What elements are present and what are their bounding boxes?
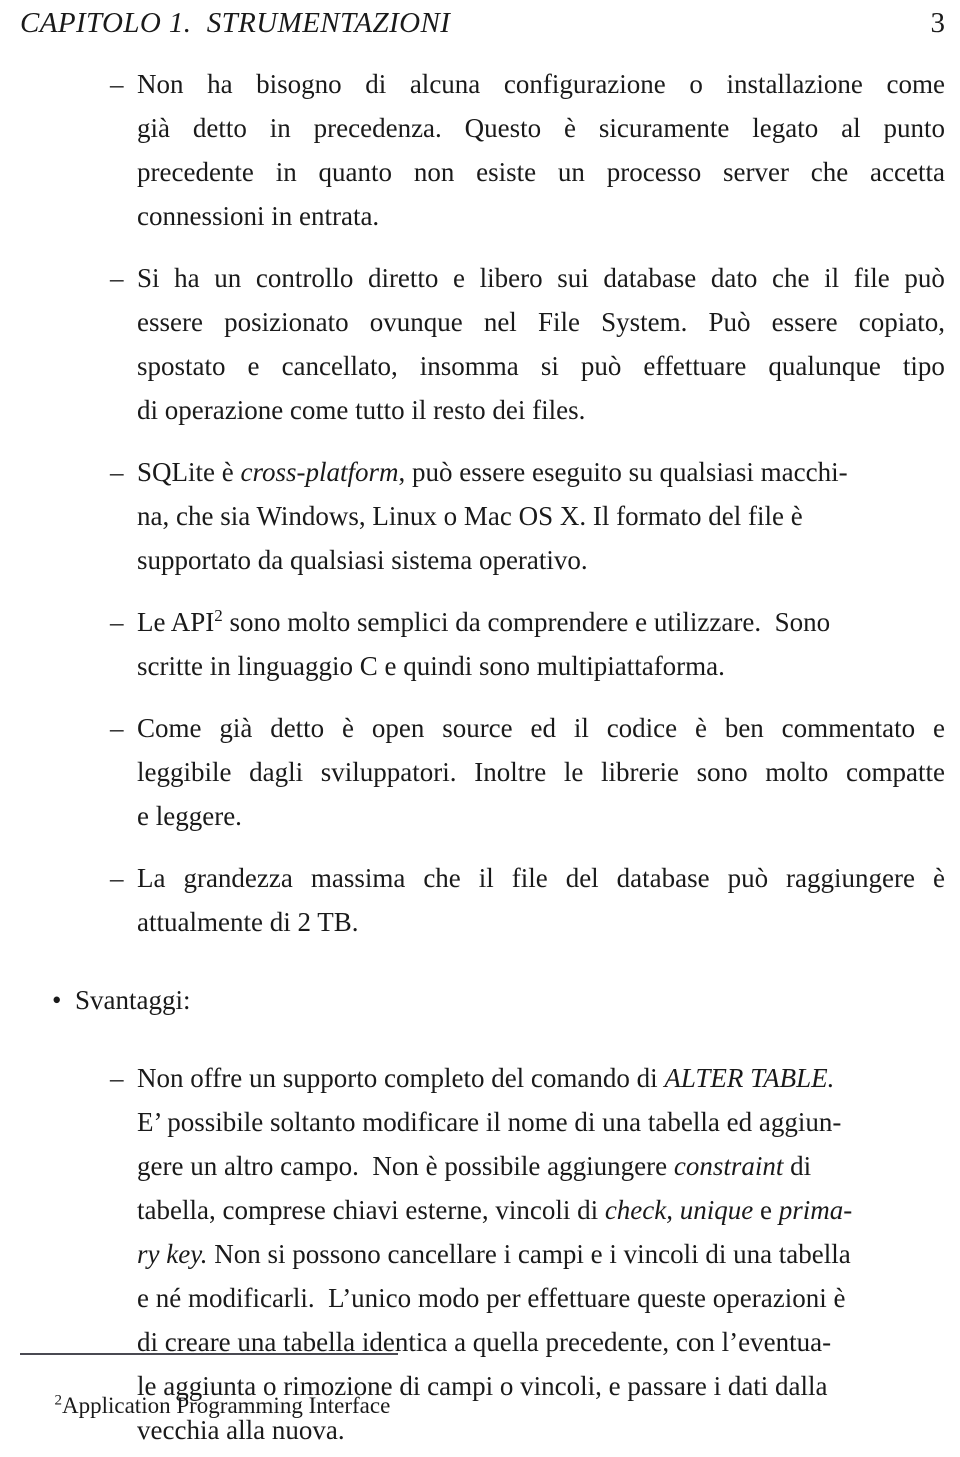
footnote-area: 2Application Programming Interface: [20, 1353, 945, 1451]
footnote-rule: [20, 1353, 398, 1355]
text-run: Le API: [137, 607, 215, 637]
vertical-spacer: [0, 582, 960, 600]
text-line: ry key. Non si possono cancellare i camp…: [137, 1232, 945, 1276]
text-line: Non offre un supporto completo del coman…: [137, 1056, 945, 1100]
emphasis-text: check,: [604, 1195, 674, 1225]
list-item: – La grandezza massima che il file del database p…: [0, 856, 960, 944]
text-run: E’ possibile soltanto modificare il nome…: [137, 1107, 842, 1137]
text-line: spostato e cancellato, insomma si può effettua…: [137, 351, 945, 381]
document-page: CAPITOLO 1. STRUMENTAZIONI 3 – Non ha bisog…: [0, 0, 960, 1457]
list-item-text: La grandezza massima che il file del database pu…: [137, 856, 945, 944]
text-run: tabella, comprese chiavi esterne, vincol…: [137, 1195, 605, 1225]
dash-bullet-icon: –: [110, 863, 124, 893]
text-line: Si ha un controllo diretto e libero sui database…: [137, 263, 945, 293]
text-run: sono molto semplici da comprendere e uti…: [222, 607, 831, 637]
list-item: – Non ha bisogno di alcuna configurazione o inst…: [0, 62, 960, 238]
text-run: di: [783, 1151, 812, 1181]
text-line: Non ha bisogno di alcuna configurazione o insta…: [137, 69, 945, 99]
vertical-spacer: [0, 688, 960, 706]
text-line: di operazione come tutto il resto dei fi…: [137, 395, 586, 425]
text-run: na, che sia Windows, Linux o Mac OS X. I…: [137, 501, 803, 531]
bullet-dot-icon: •: [52, 985, 62, 1015]
page-header: CAPITOLO 1. STRUMENTAZIONI 3: [20, 4, 945, 42]
footnote-marker: 2: [54, 1392, 63, 1409]
page-number: 3: [930, 7, 946, 39]
dash-bullet-icon: –: [110, 607, 124, 637]
footnote-label: Application Programming Interface: [62, 1393, 391, 1418]
text-line: supportato da qualsiasi sistema operativ…: [137, 538, 945, 582]
text-run: Non si possono cancellare i campi e i vi…: [207, 1239, 851, 1269]
list-item: – Come già detto è open source ed il codice è ben co…: [0, 706, 960, 838]
vertical-spacer: [0, 238, 960, 256]
itemize-list: – Non ha bisogno di alcuna configurazione o inst…: [0, 62, 960, 1452]
footnote-reference: 2: [214, 606, 223, 625]
text-run: Non offre un supporto completo del coman…: [137, 1063, 665, 1093]
text-line: essere posizionato ovunque nel File System. Pu…: [137, 307, 945, 337]
dash-bullet-icon: –: [110, 1063, 124, 1093]
text-line: e né modificarli. L’unico modo per effet…: [137, 1276, 945, 1320]
text-run: scritte in linguaggio C e quindi sono mu…: [137, 651, 725, 681]
dash-bullet-icon: –: [110, 457, 124, 487]
text-run: gere un altro campo. Non è possibile agg…: [137, 1151, 674, 1181]
vertical-spacer: [0, 944, 960, 978]
text-line: già detto in precedenza. Questo è sicuramente l…: [137, 113, 945, 143]
text-line: E’ possibile soltanto modificare il nome…: [137, 1100, 945, 1144]
emphasis-text: cross-platform: [240, 457, 399, 487]
list-item-text: Come già detto è open source ed il codice è ben com…: [137, 706, 945, 838]
list-item-text: Le API2 sono molto semplici da comprende…: [137, 600, 945, 688]
list-item: – SQLite è cross-platform, può essere ese…: [0, 450, 960, 582]
list-item-text: SQLite è cross-platform, può essere eseg…: [137, 450, 945, 582]
emphasis-text: unique: [679, 1195, 754, 1225]
text-run: supportato da qualsiasi sistema operativ…: [137, 545, 588, 575]
text-run: SQLite è: [137, 457, 241, 487]
dash-bullet-icon: –: [110, 69, 124, 99]
footnote-text: 2Application Programming Interface: [20, 1361, 945, 1451]
emphasis-text: ry key.: [137, 1239, 208, 1269]
text-run: , può essere eseguito su qualsiasi macch…: [398, 457, 848, 487]
dash-bullet-icon: –: [110, 263, 124, 293]
svantaggi-heading-label: Svantaggi:: [75, 985, 191, 1015]
text-line: tabella, comprese chiavi esterne, vincol…: [137, 1188, 945, 1232]
text-line: attualmente di 2 TB.: [137, 907, 359, 937]
svantaggi-heading-item: • Svantaggi:: [0, 978, 960, 1022]
text-line: Le API2 sono molto semplici da comprende…: [137, 600, 945, 644]
text-line: scritte in linguaggio C e quindi sono mu…: [137, 644, 945, 688]
text-line: leggibile dagli sviluppatori. Inoltre le libr…: [137, 757, 945, 787]
list-item-text: Si ha un controllo diretto e libero sui database…: [137, 256, 945, 432]
chapter-header-title: CAPITOLO 1. STRUMENTAZIONI: [20, 7, 451, 39]
page-body: – Non ha bisogno di alcuna configurazione o inst…: [0, 62, 960, 1452]
vertical-spacer: [0, 1022, 960, 1056]
text-line: Come già detto è open source ed il codice è ben com…: [137, 713, 945, 743]
dash-bullet-icon: –: [110, 713, 124, 743]
list-item: – Si ha un controllo diretto e libero sui databas…: [0, 256, 960, 432]
text-line: SQLite è cross-platform, può essere eseg…: [137, 450, 945, 494]
text-line: La grandezza massima che il file del database pu…: [137, 863, 945, 893]
text-line: precedente in quanto non esiste un processo ser…: [137, 157, 945, 187]
text-run: e: [753, 1195, 779, 1225]
text-run: e né modificarli. L’unico modo per effet…: [137, 1283, 846, 1313]
text-line: na, che sia Windows, Linux o Mac OS X. I…: [137, 494, 945, 538]
emphasis-text: prima-: [778, 1195, 853, 1225]
vertical-spacer: [0, 838, 960, 856]
text-line: e leggere.: [137, 801, 242, 831]
text-line: connessioni in entrata.: [137, 201, 380, 231]
emphasis-text: ALTER TABLE.: [664, 1063, 835, 1093]
emphasis-text: constraint: [673, 1151, 784, 1181]
text-run: [673, 1195, 680, 1225]
list-item: – Le API2 sono molto semplici da comprend…: [0, 600, 960, 688]
list-item-text: Non ha bisogno di alcuna configurazione o insta…: [137, 62, 945, 238]
vertical-spacer: [0, 432, 960, 450]
text-line: gere un altro campo. Non è possibile agg…: [137, 1144, 945, 1188]
